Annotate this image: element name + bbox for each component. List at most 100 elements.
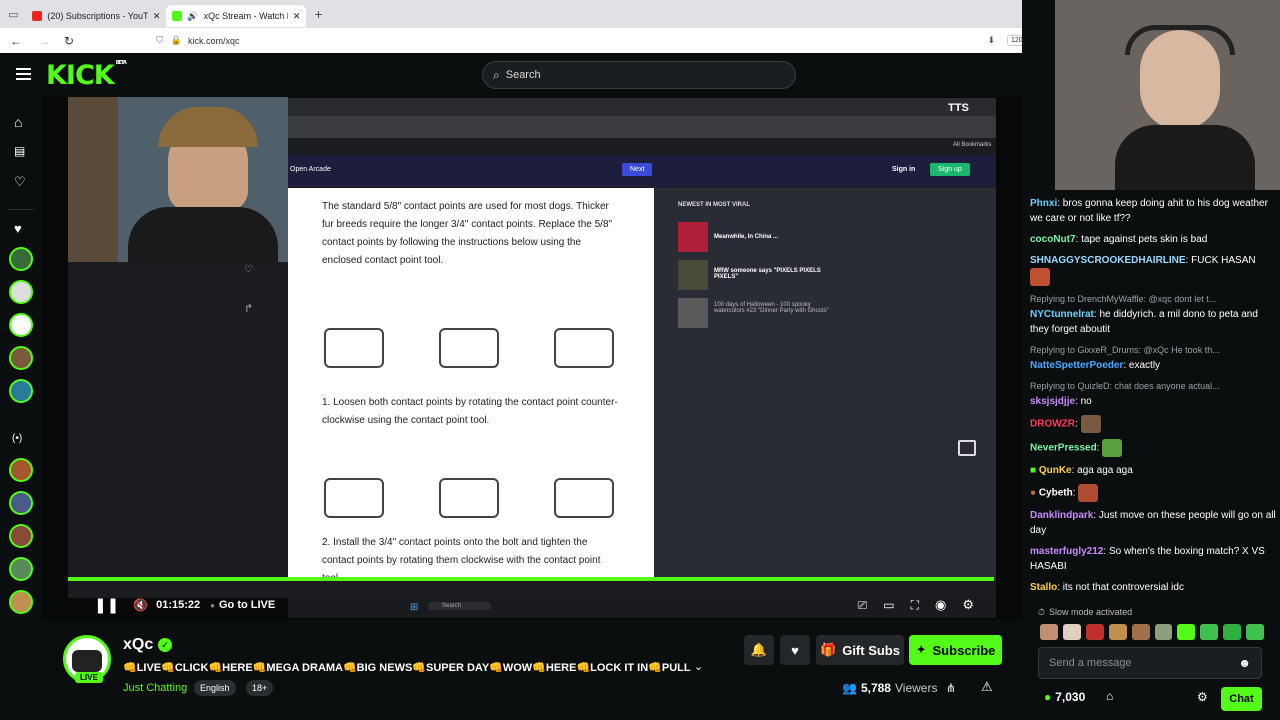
- channel-name[interactable]: xQc: [123, 636, 153, 654]
- viral-thumb: [678, 222, 708, 252]
- emote-icon[interactable]: [1108, 624, 1127, 640]
- chat-username[interactable]: masterfugly212: [1030, 546, 1103, 557]
- chat-input[interactable]: Send a message ☻: [1038, 647, 1262, 679]
- chat-username[interactable]: cocoNut7: [1030, 234, 1076, 245]
- notification-bell-button[interactable]: 🔔: [744, 635, 774, 665]
- avatar[interactable]: [9, 247, 33, 271]
- go-to-live-button[interactable]: Go to LIVE: [219, 599, 275, 611]
- chat-text: tape against pets skin is bad: [1081, 234, 1208, 245]
- forward-icon[interactable]: →: [38, 34, 50, 48]
- chat-text: FUCK HASAN: [1191, 255, 1256, 266]
- chat-text: aga aga aga: [1077, 465, 1133, 476]
- quality-icon[interactable]: ◉: [935, 597, 946, 613]
- store-icon[interactable]: ⌂: [1106, 689, 1113, 703]
- channel-points[interactable]: ● 7,030: [1044, 690, 1085, 704]
- chat-username[interactable]: Stallo: [1030, 582, 1057, 593]
- avatar[interactable]: [9, 379, 33, 403]
- avatar[interactable]: [9, 491, 33, 515]
- hamburger-menu-icon[interactable]: [16, 68, 31, 80]
- chat-username[interactable]: QunKe: [1039, 465, 1072, 476]
- pause-icon[interactable]: ❚❚: [94, 596, 119, 614]
- chevron-down-icon[interactable]: ⌄: [694, 660, 703, 673]
- avatar[interactable]: [9, 557, 33, 581]
- following-icon[interactable]: ♡: [14, 174, 26, 190]
- back-icon[interactable]: ←: [10, 34, 22, 48]
- close-icon[interactable]: ✕: [293, 11, 301, 22]
- emoji-icon[interactable]: ☻: [1238, 656, 1251, 670]
- share-icon[interactable]: ⋔: [946, 681, 956, 695]
- chat-settings-icon[interactable]: ⚙: [1197, 690, 1208, 704]
- home-icon[interactable]: ⌂: [14, 114, 22, 130]
- chat-username[interactable]: NeverPressed: [1030, 443, 1097, 454]
- settings-gear-icon[interactable]: ⚙: [962, 597, 974, 613]
- new-tab-icon[interactable]: +: [314, 6, 322, 22]
- emote-icon[interactable]: [1246, 624, 1265, 640]
- tag-18plus[interactable]: 18+: [246, 680, 274, 696]
- device-diagram-row: [324, 288, 614, 383]
- chat-send-button[interactable]: Chat: [1221, 687, 1262, 711]
- search-input[interactable]: Search: [506, 69, 541, 81]
- follow-button[interactable]: ♥: [780, 635, 810, 665]
- chat-username[interactable]: Phnxi: [1030, 198, 1057, 209]
- emote-icon[interactable]: [1062, 624, 1081, 640]
- emote-icon[interactable]: [1154, 624, 1173, 640]
- reload-icon[interactable]: ↻: [64, 34, 74, 48]
- gift-subs-label: Gift Subs: [842, 642, 900, 658]
- sign-in-link: Sign in: [892, 166, 916, 173]
- chat-text: exactly: [1128, 360, 1161, 371]
- pip-icon[interactable]: [958, 440, 976, 456]
- emote-icon[interactable]: [1200, 624, 1219, 640]
- chat-message: Phnxi: bros gonna keep doing ahit to his…: [1030, 198, 1268, 224]
- avatar[interactable]: [9, 280, 33, 304]
- report-icon[interactable]: ⚠: [981, 679, 993, 695]
- fullscreen-icon[interactable]: ⛶: [911, 598, 919, 613]
- kick-logo[interactable]: KICK BETA: [46, 60, 127, 91]
- chat-username[interactable]: Danklindpark: [1030, 510, 1093, 521]
- viewer-label: Viewers: [894, 681, 938, 695]
- reply-context: Replying to DrenchMyWaffle: @xqc dont le…: [1030, 294, 1217, 304]
- chat-username[interactable]: DROWZR: [1030, 419, 1075, 430]
- search-bar[interactable]: ⌕ Search: [482, 61, 796, 89]
- avatar[interactable]: [9, 458, 33, 482]
- emote-icon[interactable]: [1131, 624, 1150, 640]
- chat-message: Stallo: its not that controversial idc: [1030, 582, 1184, 593]
- avatar[interactable]: [9, 524, 33, 548]
- mute-icon[interactable]: 🔇: [133, 598, 148, 612]
- emote-icon[interactable]: [1177, 624, 1196, 640]
- chat-username[interactable]: NatteSpetterPoeder: [1030, 360, 1123, 371]
- avatar[interactable]: [9, 313, 33, 337]
- chat-username[interactable]: Cybeth: [1039, 488, 1073, 499]
- youtube-favicon-icon: [32, 11, 43, 21]
- emote-icon[interactable]: [1223, 624, 1242, 640]
- gift-subs-button[interactable]: 🎁 Gift Subs: [816, 635, 904, 665]
- progress-bar[interactable]: [68, 577, 994, 581]
- search-icon: ⌕: [493, 67, 500, 82]
- emote-icon[interactable]: [1085, 624, 1104, 640]
- viewer-count: 👥 5,788 Viewers: [842, 681, 937, 695]
- heart-icon: ♥: [791, 642, 799, 658]
- emote-icon[interactable]: [1040, 624, 1058, 640]
- avatar[interactable]: [9, 346, 33, 370]
- chat-text: bros gonna keep doing ahit to his dog we…: [1030, 198, 1268, 224]
- category-link[interactable]: Just Chatting: [123, 682, 187, 694]
- left-sidebar: ⌂ ▤ ♡ ♥ (•): [0, 97, 42, 620]
- users-icon: 👥: [842, 681, 857, 695]
- url-field[interactable]: kick.com/xqc: [188, 36, 240, 46]
- tab-kick[interactable]: 🔊 xQc Stream - Watch Live on Kick ✕: [166, 5, 307, 27]
- download-icon[interactable]: ⬇: [987, 35, 995, 46]
- chat-username[interactable]: sksjsjdjje: [1030, 396, 1075, 407]
- avatar[interactable]: [9, 590, 33, 614]
- subscribe-button[interactable]: ✦ Subscribe: [909, 635, 1002, 665]
- chat-username[interactable]: NYCtunnelrat: [1030, 309, 1094, 320]
- theater-mode-icon[interactable]: ▭: [883, 598, 894, 612]
- tab-youtube[interactable]: (20) Subscriptions - YouTube ✕: [26, 5, 166, 27]
- tab-menu-icon[interactable]: ▭: [8, 8, 18, 21]
- chat-message: Replying to QuizleD: chat does anyone ac…: [1030, 379, 1276, 409]
- close-icon[interactable]: ✕: [153, 11, 161, 22]
- device-diagram-row: [324, 443, 614, 523]
- tag-english[interactable]: English: [194, 680, 236, 696]
- viewer-number: 5,788: [860, 681, 891, 695]
- browse-icon[interactable]: ▤: [14, 144, 25, 158]
- clip-icon[interactable]: ⎚: [858, 598, 868, 613]
- chat-username[interactable]: SHNAGGYSCROOKEDHAIRLINE: [1030, 255, 1186, 266]
